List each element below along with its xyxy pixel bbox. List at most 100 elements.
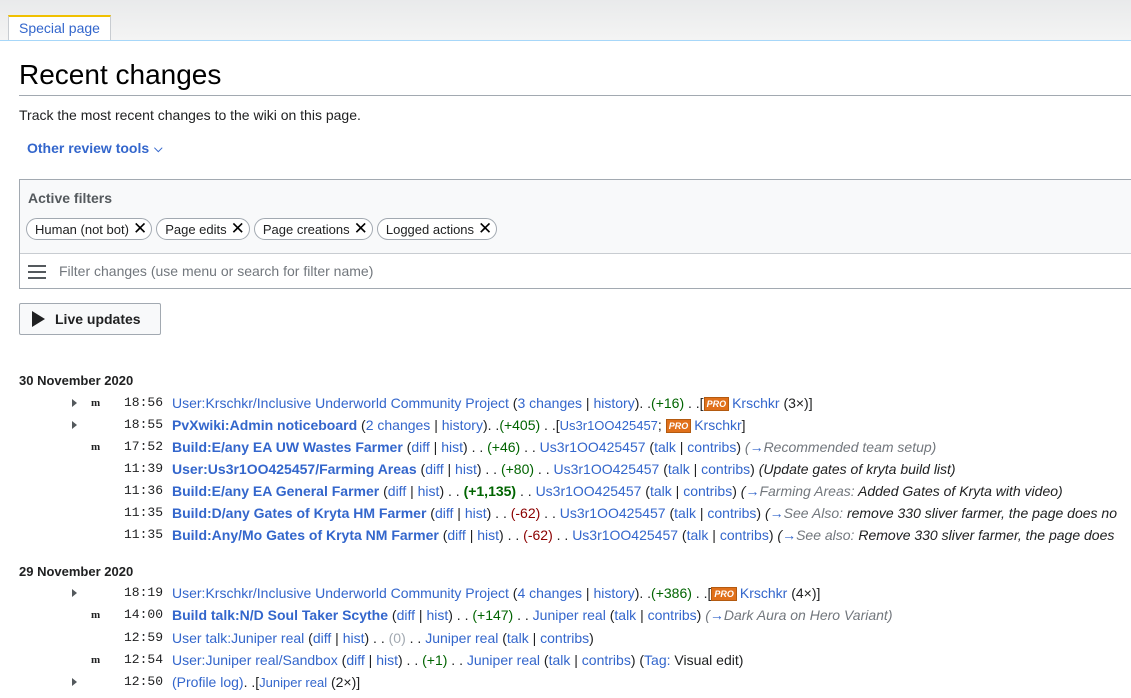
- section-link[interactable]: →: [782, 527, 796, 543]
- contribs-link[interactable]: contribs: [707, 505, 756, 521]
- pro-badge: PRO: [711, 587, 737, 601]
- hist-link[interactable]: hist: [465, 505, 487, 521]
- section-link[interactable]: →: [710, 607, 724, 623]
- contribs-link[interactable]: contribs: [540, 630, 589, 646]
- page-link[interactable]: User:Krschkr/Inclusive Underworld Commun…: [172, 395, 509, 411]
- page-link[interactable]: User talk:Juniper real: [172, 630, 304, 646]
- diff-link[interactable]: diff: [313, 630, 331, 646]
- user-link[interactable]: Juniper real: [533, 607, 606, 623]
- hist-link[interactable]: hist: [477, 527, 499, 543]
- expand-arrow-icon[interactable]: [72, 589, 77, 597]
- user-link[interactable]: Krschkr: [694, 417, 741, 433]
- user-link[interactable]: Us3r1OO425457: [560, 418, 658, 433]
- talk-link[interactable]: talk: [650, 483, 672, 499]
- close-icon[interactable]: ✕: [478, 220, 492, 237]
- edit-summary: (→See Also: remove 330 sliver farmer, th…: [764, 505, 1117, 521]
- contribs-link[interactable]: contribs: [687, 439, 736, 455]
- timestamp: 18:55: [124, 417, 164, 432]
- page-link[interactable]: Build talk:N/D Soul Taker Scythe: [172, 607, 388, 623]
- contribs-link[interactable]: contribs: [701, 461, 750, 477]
- talk-link[interactable]: talk: [507, 630, 529, 646]
- timestamp: 11:35: [124, 505, 164, 520]
- diff-link[interactable]: diff: [435, 505, 453, 521]
- user-link[interactable]: Us3r1OO425457: [536, 483, 642, 499]
- changes-link[interactable]: 4 changes: [517, 585, 582, 601]
- filter-search-input[interactable]: [57, 262, 657, 280]
- section-link[interactable]: →: [750, 439, 764, 455]
- page-link[interactable]: Build:Any/Mo Gates of Kryta NM Farmer: [172, 527, 439, 543]
- section-link[interactable]: →: [770, 505, 784, 521]
- history-link[interactable]: history: [593, 585, 634, 601]
- hist-link[interactable]: hist: [426, 607, 448, 623]
- tag-label[interactable]: Tag:: [644, 652, 670, 668]
- contribs-link[interactable]: contribs: [720, 527, 769, 543]
- filter-chip[interactable]: Page creations ✕: [253, 218, 373, 240]
- contribs-link[interactable]: contribs: [683, 483, 732, 499]
- contribs-link[interactable]: contribs: [648, 607, 697, 623]
- log-link[interactable]: (Profile log): [172, 674, 244, 690]
- user-link[interactable]: Krschkr: [740, 585, 787, 601]
- talk-link[interactable]: talk: [674, 505, 696, 521]
- hist-link[interactable]: hist: [455, 461, 477, 477]
- user-link[interactable]: Us3r1OO425457: [554, 461, 660, 477]
- change-row: 11:35 Build:D/any Gates of Kryta HM Farm…: [124, 505, 1117, 521]
- changes-link[interactable]: 3 changes: [517, 395, 582, 411]
- page-link[interactable]: Build:D/any Gates of Kryta HM Farmer: [172, 505, 426, 521]
- talk-link[interactable]: talk: [668, 461, 690, 477]
- diff-link[interactable]: diff: [411, 439, 429, 455]
- user-link[interactable]: Krschkr: [732, 395, 779, 411]
- history-link[interactable]: history: [442, 417, 483, 433]
- change-row: 18:19 User:Krschkr/Inclusive Underworld …: [0, 585, 1131, 607]
- page-link[interactable]: PvXwiki:Admin noticeboard: [172, 417, 357, 433]
- user-link[interactable]: Us3r1OO425457: [540, 439, 646, 455]
- hist-link[interactable]: hist: [343, 630, 365, 646]
- timestamp: 18:56: [124, 395, 164, 410]
- expand-arrow-icon[interactable]: [72, 399, 77, 407]
- close-icon[interactable]: ✕: [231, 220, 245, 237]
- page-link[interactable]: User:Juniper real/Sandbox: [172, 652, 338, 668]
- talk-link[interactable]: talk: [614, 607, 636, 623]
- close-icon[interactable]: ✕: [354, 220, 368, 237]
- user-link[interactable]: Us3r1OO425457: [572, 527, 678, 543]
- history-link[interactable]: history: [593, 395, 634, 411]
- user-link[interactable]: Juniper real: [467, 652, 540, 668]
- hist-link[interactable]: hist: [376, 652, 398, 668]
- other-review-tools-menu[interactable]: Other review tools ⌵: [27, 140, 163, 157]
- diff-link[interactable]: diff: [425, 461, 443, 477]
- expand-arrow-icon[interactable]: [72, 678, 77, 686]
- talk-link[interactable]: talk: [687, 527, 709, 543]
- filter-chip[interactable]: Page edits ✕: [156, 218, 250, 240]
- diff-link[interactable]: diff: [447, 527, 465, 543]
- hist-link[interactable]: hist: [418, 483, 440, 499]
- section-link[interactable]: →: [745, 483, 759, 499]
- timestamp: 12:50: [124, 674, 164, 689]
- menu-icon[interactable]: [28, 265, 46, 279]
- changes-link[interactable]: 2 changes: [366, 417, 431, 433]
- page-link[interactable]: User:Us3r1OO425457/Farming Areas: [172, 461, 417, 477]
- user-link[interactable]: Juniper real: [425, 630, 498, 646]
- timestamp: 12:54: [124, 652, 164, 667]
- talk-link[interactable]: talk: [549, 652, 571, 668]
- timestamp: 11:36: [124, 483, 164, 498]
- diff-link[interactable]: diff: [397, 607, 415, 623]
- contribs-link[interactable]: contribs: [582, 652, 631, 668]
- timestamp: 11:39: [124, 461, 164, 476]
- page-link[interactable]: Build:E/any EA UW Wastes Farmer: [172, 439, 403, 455]
- title-divider: [19, 95, 1131, 96]
- user-link[interactable]: Us3r1OO425457: [560, 505, 666, 521]
- page-link[interactable]: User:Krschkr/Inclusive Underworld Commun…: [172, 585, 509, 601]
- page-link[interactable]: Build:E/any EA General Farmer: [172, 483, 379, 499]
- live-updates-button[interactable]: Live updates: [19, 303, 161, 335]
- filter-chip[interactable]: Logged actions ✕: [376, 218, 498, 240]
- user-link[interactable]: Juniper real: [259, 675, 327, 690]
- tab-special-page[interactable]: Special page: [8, 15, 111, 41]
- hist-link[interactable]: hist: [441, 439, 463, 455]
- talk-link[interactable]: talk: [654, 439, 676, 455]
- active-filters-label: Active filters: [28, 190, 113, 206]
- diff-link[interactable]: diff: [388, 483, 406, 499]
- expand-arrow-icon[interactable]: [72, 421, 77, 429]
- filter-chip[interactable]: Human (not bot) ✕: [26, 218, 153, 240]
- close-icon[interactable]: ✕: [133, 220, 147, 237]
- diff-link[interactable]: diff: [346, 652, 364, 668]
- size-change: (+147): [472, 607, 514, 623]
